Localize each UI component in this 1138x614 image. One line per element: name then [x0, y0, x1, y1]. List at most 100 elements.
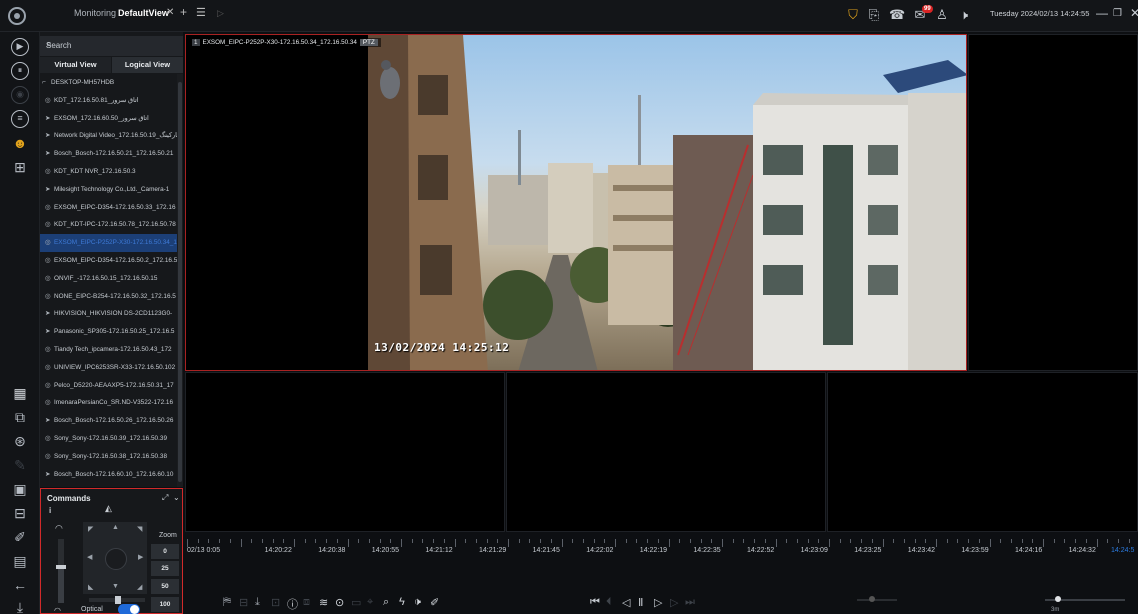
tree-item[interactable]: ◎ UNIVIEW_IPC6253SR-X33-172.16.50.102: [40, 359, 177, 377]
compass-icon[interactable]: ⊛: [11, 432, 29, 450]
video-tile-main[interactable]: 1 EXSOM_EIPC-P252P-X30-172.16.50.34_172.1…: [185, 34, 967, 371]
tree-item[interactable]: ➤ Panasonic_SP305-172.16.50.25_172.16.5: [40, 323, 177, 341]
chevron-down-icon[interactable]: ⌄: [173, 493, 180, 502]
brush-icon[interactable]: ✐: [11, 528, 29, 546]
tree-item[interactable]: ➤ HIKVISION_HIKVISION DS-2CD1123G0-: [40, 305, 177, 323]
tab-logical-view[interactable]: Logical View: [112, 57, 183, 73]
expand-icon[interactable]: ⤢: [162, 493, 168, 503]
ptz-badge[interactable]: PTZ: [359, 39, 378, 46]
tree-item[interactable]: ◎ ONVIF_-172.16.50.15_172.16.50.15: [40, 270, 177, 288]
download-icon[interactable]: ⤓: [255, 596, 260, 609]
tab-scroll-icon[interactable]: ▷: [217, 8, 224, 19]
play-circle-icon[interactable]: ▶: [11, 38, 29, 56]
arrow-down-right-icon[interactable]: ◢: [137, 583, 142, 591]
windows-icon[interactable]: ⧉: [11, 408, 29, 426]
tree-item[interactable]: ➤ Network Digital Video_172.16.50.19_پارک…: [40, 127, 177, 145]
tree-item[interactable]: ◎ EXSOM_EIPC-P252P-X30-172.16.50.34_1: [40, 234, 177, 252]
back-arrow-icon[interactable]: ←: [11, 576, 29, 594]
shield-icon[interactable]: ⛉: [845, 7, 861, 23]
alarm-user-icon[interactable]: ☻: [11, 134, 29, 152]
tree-item[interactable]: ◎ ImenaraPersianCo_SR.ND-V3522-172.16: [40, 394, 177, 412]
slider-knob[interactable]: [1055, 596, 1061, 602]
grid-icon[interactable]: ⊞: [11, 158, 29, 176]
zoom-25-button[interactable]: 25: [151, 561, 179, 576]
info-icon[interactable]: i: [49, 506, 51, 515]
ptz-joystick[interactable]: ◤ ▲ ◥ ◀ ▶ ◣ ▼ ◢: [83, 522, 147, 594]
arrow-left-icon[interactable]: ◀: [87, 553, 92, 561]
play-icon[interactable]: ▷: [654, 596, 662, 609]
mute-icon[interactable]: 🕨: [956, 7, 972, 23]
tree-item[interactable]: ⌐ DESKTOP-MH57HDB: [40, 74, 177, 92]
slider-knob[interactable]: [56, 565, 66, 569]
close-window-icon[interactable]: ✕: [1130, 6, 1138, 20]
focus-slider[interactable]: [89, 596, 145, 604]
skip-start-icon[interactable]: ⏮: [590, 596, 600, 609]
tree-item[interactable]: ◎ Pelco_D5220-AEAAXP5-172.16.50.31_17: [40, 377, 177, 395]
document-icon[interactable]: ▤: [11, 552, 29, 570]
search-input[interactable]: Search ⌕: [40, 36, 183, 56]
tree-item[interactable]: ◎AXIS_AXIS Q6045-E Mk II - ACCC8E4F12: [40, 483, 177, 487]
camera-panel-icon[interactable]: ▣: [11, 480, 29, 498]
download-icon[interactable]: ⤓: [11, 598, 29, 614]
bookmark-icon[interactable]: ⛿: [223, 596, 231, 609]
draw-icon[interactable]: ✐: [430, 596, 439, 609]
scrollbar-thumb[interactable]: [178, 82, 182, 482]
arrow-down-left-icon[interactable]: ◣: [88, 583, 93, 591]
list-circle-icon[interactable]: ≡: [11, 110, 29, 128]
close-tab-icon[interactable]: ✕: [166, 7, 174, 18]
arrow-right-icon[interactable]: ▶: [138, 553, 143, 561]
zoom-100-button[interactable]: 100: [151, 597, 179, 612]
tree-item[interactable]: ➤ Bosch_Bosch-172.16.50.26_172.16.50.26: [40, 412, 177, 430]
optical-toggle[interactable]: [118, 604, 140, 614]
restore-icon[interactable]: ❐: [1113, 8, 1122, 19]
layers-icon[interactable]: ≋: [319, 596, 328, 609]
tree-item[interactable]: ◎ Tiandy Tech_ipcamera-172.16.50.43_172: [40, 341, 177, 359]
tree-item[interactable]: ◎ EXSOM_EIPC-D354-172.16.50.33_172.16: [40, 199, 177, 217]
timeline-scale-slider[interactable]: [1045, 596, 1125, 602]
arrow-up-icon[interactable]: ▲: [112, 524, 119, 531]
reverse-play-icon[interactable]: ◁: [622, 596, 630, 609]
playback-speed-slider[interactable]: [857, 596, 897, 602]
tree-item[interactable]: ➤ Bosch_Bosch-172.16.60.10_172.16.60.10: [40, 466, 177, 484]
tree-item[interactable]: ◎ KDT_KDT-IPC-172.16.50.78_172.16.50.78: [40, 216, 177, 234]
map-icon[interactable]: ⊟: [11, 504, 29, 522]
video-tile-empty[interactable]: [506, 372, 826, 532]
flash-icon[interactable]: ϟ: [399, 596, 405, 608]
video-tile-empty[interactable]: [827, 372, 1138, 532]
clipboard-icon[interactable]: ⎘: [866, 7, 882, 23]
tree-item[interactable]: ➤ Milesight Technology Co.,Ltd._Camera-1: [40, 181, 177, 199]
speed-slider[interactable]: [56, 539, 66, 603]
speed-gauge-icon[interactable]: ◠: [55, 523, 63, 534]
minimize-icon[interactable]: —: [1096, 6, 1108, 20]
search-icon[interactable]: ⌕: [46, 39, 177, 50]
info-circle-icon[interactable]: ⓘ: [287, 596, 298, 612]
tree-item[interactable]: ◎ NONE_EIPC-B254-172.16.50.32_172.16.5: [40, 288, 177, 306]
tree-item[interactable]: ➤ Bosch_Bosch-172.16.50.21_172.16.50.21: [40, 145, 177, 163]
user-icon[interactable]: ♙: [934, 7, 950, 23]
tab-monitoring[interactable]: Monitoring: [74, 8, 116, 18]
video-tile-empty[interactable]: [185, 372, 505, 532]
audio-icon[interactable]: 🕩: [414, 596, 421, 609]
slider-knob[interactable]: [115, 596, 121, 604]
tab-list-icon[interactable]: ☰: [196, 6, 206, 19]
tree-scrollbar[interactable]: [177, 74, 183, 487]
call-icon[interactable]: ☎: [889, 7, 905, 23]
tree-item[interactable]: ➤ EXSOM_172.16.60.50_اتاق سرور: [40, 110, 177, 128]
zoom-0-button[interactable]: 0: [151, 544, 179, 559]
pause-icon[interactable]: Ⅱ: [638, 596, 643, 609]
tree-item[interactable]: ◎ KDT_172.16.50.81_اتاق سرور: [40, 92, 177, 110]
playback-timeline[interactable]: 02/13 0:05 14:20:22 14:20:38 14:20:55 14:21:…: [185, 535, 1138, 569]
joystick-knob[interactable]: [105, 548, 127, 570]
tree-item[interactable]: ◎ Sony_Sony-172.16.50.38_172.16.50.38: [40, 448, 177, 466]
wiper-icon[interactable]: ◭: [105, 503, 112, 514]
snapshot-icon[interactable]: ⊙: [335, 596, 344, 609]
add-tab-icon[interactable]: +: [180, 5, 187, 19]
arrow-down-icon[interactable]: ▼: [112, 583, 119, 590]
tree-item[interactable]: ◎ Sony_Sony-172.16.50.39_172.16.50.39: [40, 430, 177, 448]
layout-icon[interactable]: ▦: [11, 384, 29, 402]
tree-item[interactable]: ◎ KDT_KDT NVR_172.16.50.3: [40, 163, 177, 181]
tab-virtual-view[interactable]: Virtual View: [40, 57, 111, 73]
arrow-up-left-icon[interactable]: ◤: [88, 525, 93, 533]
arrow-up-right-icon[interactable]: ◥: [137, 525, 142, 533]
zoom-50-button[interactable]: 50: [151, 579, 179, 594]
